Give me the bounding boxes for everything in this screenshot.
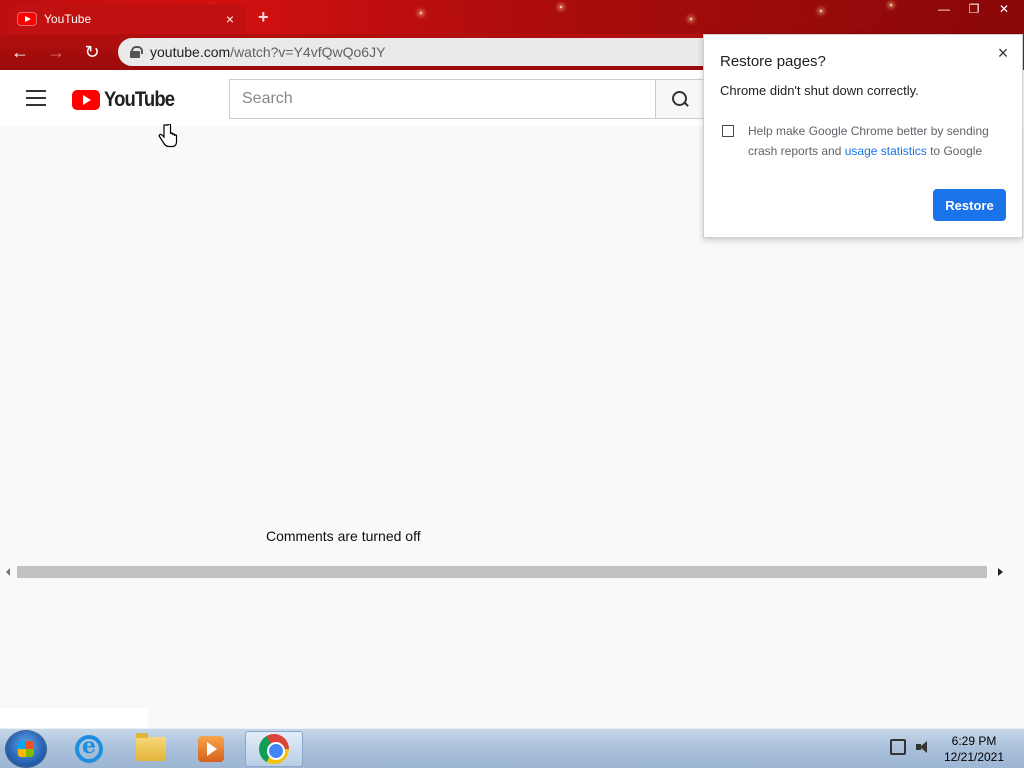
lock-icon[interactable] [130,46,143,58]
browser-title-bar: YouTube × + — ❐ ✕ [0,0,1024,34]
windows-taskbar: 6:29 PM 12/21/2021 [0,728,1024,768]
tab-close-icon[interactable]: × [222,11,238,27]
clock-time: 6:29 PM [951,734,997,748]
address-bar[interactable]: youtube.com/watch?v=Y4vfQwQo6JY [118,38,738,66]
decorative-sparkle [560,6,562,8]
system-tray [890,739,932,755]
hand-cursor-icon [158,124,178,148]
scroll-right-icon[interactable] [992,564,1008,580]
start-orb[interactable] [6,731,46,767]
crash-report-checkbox[interactable] [722,125,734,137]
internet-explorer-icon [75,733,103,763]
search-placeholder: Search [242,90,293,107]
decorative-sparkle [820,10,822,12]
tab-title: YouTube [44,12,92,26]
url-path: /watch?v=Y4vfQwQo6JY [230,44,386,60]
internet-explorer-taskbar-button[interactable] [60,731,118,767]
youtube-logo[interactable]: YouTube [72,88,184,112]
search-icon [672,91,688,107]
help-text-after: to Google [926,144,983,158]
tab-youtube[interactable]: YouTube × [8,4,246,34]
taskbar-clock[interactable]: 6:29 PM 12/21/2021 [938,733,1010,765]
usage-statistics-link[interactable]: usage statistics [845,144,927,158]
maximize-restore-button[interactable]: ❐ [960,0,988,18]
dialog-title: Restore pages? [720,53,826,70]
search-input[interactable]: Search [229,79,656,119]
comments-status: Comments are turned off [266,528,421,544]
youtube-favicon-icon [18,13,36,25]
hamburger-menu-icon[interactable] [26,90,46,106]
network-icon[interactable] [890,739,906,755]
minimize-button[interactable]: — [930,0,958,18]
window-controls: — ❐ ✕ [930,0,1018,18]
restore-button[interactable]: Restore [933,189,1006,221]
media-player-taskbar-button[interactable] [182,731,240,767]
chrome-icon [259,734,289,764]
media-player-icon [198,736,224,762]
dialog-message: Chrome didn't shut down correctly. [720,83,919,98]
volume-icon[interactable] [916,739,932,755]
file-explorer-taskbar-button[interactable] [122,731,180,767]
clock-date: 12/21/2021 [943,750,1005,764]
file-explorer-icon [136,733,166,761]
search-button[interactable] [655,79,705,119]
page-blank-area [0,708,148,728]
chrome-taskbar-button[interactable] [245,731,303,767]
url-host: youtube.com [150,44,231,60]
restore-pages-dialog: Restore pages? × Chrome didn't shut down… [703,34,1023,238]
scrollbar-thumb[interactable] [17,566,987,578]
youtube-logo-text: YouTube [104,88,175,111]
reload-button[interactable]: ↻ [76,36,108,68]
dialog-close-icon[interactable]: × [994,43,1012,64]
back-button[interactable]: ← [4,36,36,68]
new-tab-button[interactable]: + [258,7,269,28]
crash-report-label: Help make Google Chrome better by sendin… [748,121,1010,161]
scroll-left-icon[interactable] [0,564,16,580]
horizontal-scrollbar[interactable] [0,564,1008,580]
window-close-button[interactable]: ✕ [990,0,1018,18]
forward-button[interactable]: → [40,36,72,68]
youtube-play-icon [72,90,100,110]
decorative-sparkle [420,12,422,14]
decorative-sparkle [690,18,692,20]
decorative-sparkle [890,4,892,6]
